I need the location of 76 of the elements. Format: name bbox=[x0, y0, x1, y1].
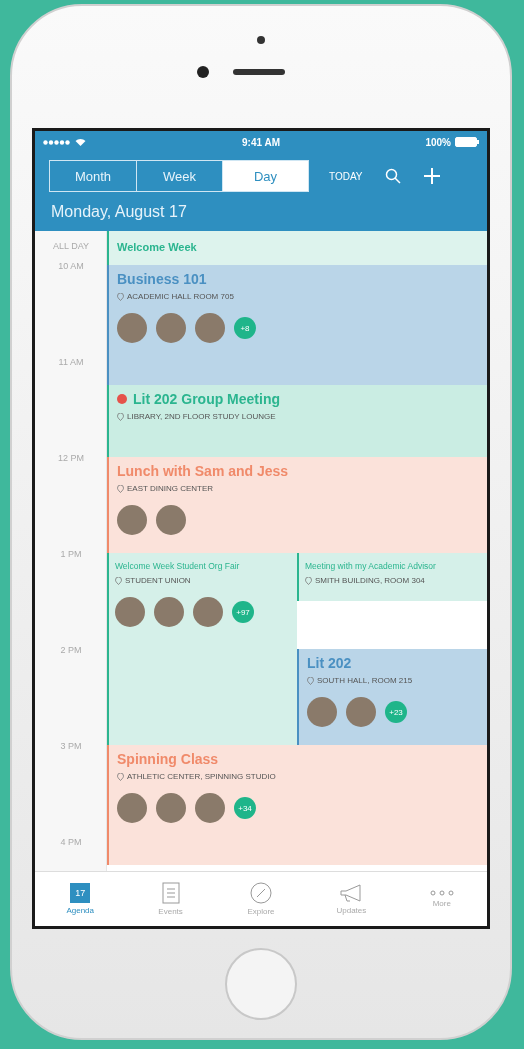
event-card[interactable]: Meeting with my Academic Advisor SMITH BUILDING, ROOM 304 bbox=[297, 553, 487, 601]
tab-bar-item[interactable]: Explore bbox=[225, 882, 296, 916]
time-label: ALL DAY bbox=[53, 241, 89, 251]
avatar bbox=[346, 697, 376, 727]
event-title: Spinning Class bbox=[117, 751, 219, 767]
event-title: Lunch with Sam and Jess bbox=[117, 463, 289, 479]
compass-icon bbox=[249, 882, 272, 904]
avatar bbox=[156, 505, 186, 535]
speaker-grille bbox=[233, 69, 285, 75]
event-title: Business 101 bbox=[117, 271, 207, 287]
time-label: 10 AM bbox=[58, 261, 84, 271]
tab-bar-item[interactable]: Updates bbox=[316, 883, 387, 915]
list-icon bbox=[161, 882, 180, 904]
time-label: 12 PM bbox=[58, 453, 84, 463]
event-card[interactable]: Lit 202 Group Meeting LIBRARY, 2ND FLOOR STUDY LOUNGE bbox=[107, 385, 487, 457]
avatar bbox=[156, 313, 186, 343]
avatar bbox=[115, 597, 145, 627]
location-pin-icon bbox=[305, 576, 312, 585]
view-tab[interactable]: Day bbox=[222, 161, 308, 191]
tab-bar-item[interactable]: Events bbox=[135, 882, 206, 916]
all-day-event[interactable]: Welcome Week bbox=[107, 231, 487, 265]
time-label: 3 PM bbox=[60, 741, 82, 751]
avatar bbox=[195, 313, 225, 343]
location-pin-icon bbox=[117, 292, 124, 301]
avatar bbox=[117, 505, 147, 535]
event-location: ATHLETIC CENTER, SPINNING STUDIO bbox=[127, 772, 276, 781]
avatar bbox=[154, 597, 184, 627]
battery-icon bbox=[455, 137, 479, 147]
event-title: Meeting with my Academic Advisor bbox=[305, 561, 436, 571]
location-pin-icon bbox=[115, 576, 122, 585]
more-attendees-badge: +23 bbox=[385, 701, 407, 723]
time-label: 4 PM bbox=[60, 837, 82, 847]
avatar bbox=[195, 793, 225, 823]
event-card[interactable]: Spinning Class ATHLETIC CENTER, SPINNING STUDIO +34 bbox=[107, 745, 487, 865]
tab-bar-item[interactable]: More bbox=[406, 890, 477, 908]
avatar bbox=[156, 793, 186, 823]
avatar bbox=[117, 793, 147, 823]
date-title: Monday, August 17 bbox=[50, 202, 188, 222]
event-title: Lit 202 bbox=[307, 655, 352, 671]
avatar bbox=[307, 697, 337, 727]
event-title: Lit 202 Group Meeting bbox=[133, 391, 280, 407]
location-pin-icon bbox=[117, 772, 124, 781]
event-location: LIBRARY, 2ND FLOOR STUDY LOUNGE bbox=[127, 412, 276, 421]
event-location: SOUTH HALL, ROOM 215 bbox=[317, 676, 413, 685]
location-pin-icon bbox=[117, 484, 124, 493]
status-time: 9:41 AM bbox=[242, 136, 280, 148]
today-button[interactable]: TODAY bbox=[327, 168, 365, 184]
event-location: STUDENT UNION bbox=[125, 576, 191, 585]
megaphone-icon bbox=[339, 883, 364, 903]
event-location: EAST DINING CENTER bbox=[127, 484, 214, 493]
battery-percent: 100% bbox=[425, 136, 451, 148]
location-pin-icon bbox=[307, 676, 314, 685]
location-pin-icon bbox=[117, 412, 124, 421]
more-icon bbox=[429, 890, 454, 896]
signal-icon bbox=[43, 139, 71, 145]
camera-dot bbox=[257, 36, 265, 44]
more-attendees-badge: +8 bbox=[234, 317, 256, 339]
tab-bar-item[interactable]: 17 Agenda bbox=[45, 883, 116, 915]
view-tab[interactable]: Month bbox=[50, 161, 136, 191]
event-title: Welcome Week Student Org Fair bbox=[115, 561, 240, 571]
avatar bbox=[117, 313, 147, 343]
event-location: ACADEMIC HALL ROOM 705 bbox=[127, 292, 234, 301]
wifi-icon bbox=[75, 138, 86, 146]
avatar bbox=[193, 597, 223, 627]
more-attendees-badge: +34 bbox=[234, 797, 256, 819]
event-card[interactable]: Lunch with Sam and Jess EAST DINING CENTER bbox=[107, 457, 487, 553]
event-card[interactable]: Welcome Week Student Org Fair STUDENT UNION +97 bbox=[107, 553, 297, 745]
calendar-icon: 17 bbox=[70, 883, 91, 903]
more-attendees-badge: +97 bbox=[232, 601, 254, 623]
event-location: SMITH BUILDING, ROOM 304 bbox=[315, 576, 425, 585]
front-camera bbox=[197, 66, 209, 78]
event-card[interactable]: Business 101 ACADEMIC HALL ROOM 705 +8 bbox=[107, 265, 487, 385]
time-label: 11 AM bbox=[58, 357, 84, 367]
event-card[interactable]: Lit 202 SOUTH HALL, ROOM 215 +23 bbox=[297, 649, 487, 745]
time-label: 2 PM bbox=[60, 645, 82, 655]
time-label: 1 PM bbox=[60, 549, 82, 559]
